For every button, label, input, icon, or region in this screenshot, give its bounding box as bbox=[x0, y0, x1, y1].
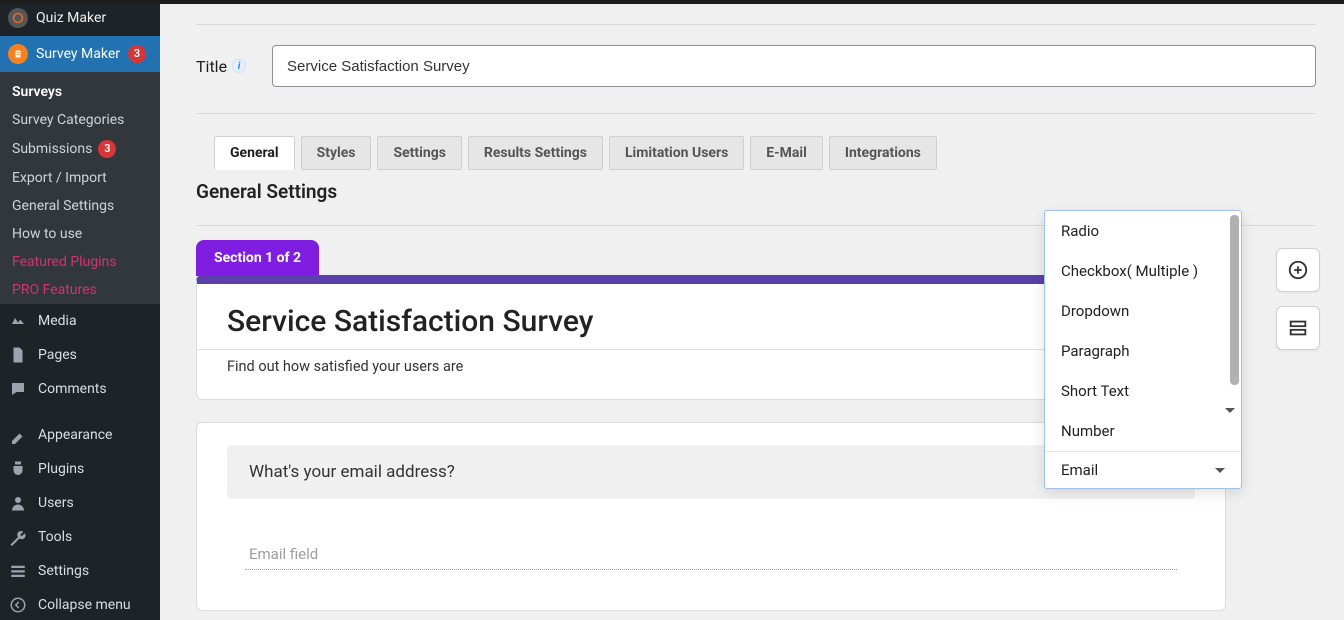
sidebar-item-survey-categories[interactable]: Survey Categories bbox=[0, 106, 160, 134]
tools-icon bbox=[8, 527, 28, 547]
dropdown-options-list: Radio Checkbox( Multiple ) Dropdown Para… bbox=[1045, 211, 1241, 451]
title-row: Title i bbox=[196, 45, 1316, 87]
survey-title-input[interactable] bbox=[272, 45, 1316, 87]
add-question-button[interactable] bbox=[1276, 248, 1320, 292]
sidebar-item-settings[interactable]: Settings bbox=[0, 554, 160, 588]
tab-limitation-users[interactable]: Limitation Users bbox=[609, 136, 744, 170]
question-type-dropdown[interactable]: Radio Checkbox( Multiple ) Dropdown Para… bbox=[1044, 210, 1242, 489]
sidebar-item-comments[interactable]: Comments bbox=[0, 372, 160, 406]
sidebar-item-surveys[interactable]: Surveys bbox=[0, 78, 160, 106]
quiz-maker-icon bbox=[8, 8, 28, 28]
admin-top-strip bbox=[0, 0, 1344, 4]
dropdown-selected[interactable]: Email bbox=[1045, 451, 1241, 488]
option-dropdown[interactable]: Dropdown bbox=[1045, 291, 1241, 331]
sidebar-item-how-to-use[interactable]: How to use bbox=[0, 220, 160, 248]
question-toolbar bbox=[1276, 248, 1320, 350]
users-icon bbox=[8, 493, 28, 513]
quiz-maker-label: Quiz Maker bbox=[36, 10, 106, 26]
sidebar-item-general-settings[interactable]: General Settings bbox=[0, 192, 160, 220]
chevron-down-icon bbox=[1225, 408, 1235, 413]
divider bbox=[196, 113, 1316, 114]
sidebar-item-featured-plugins[interactable]: Featured Plugins bbox=[0, 248, 160, 276]
dropdown-selected-label: Email bbox=[1061, 461, 1098, 479]
survey-maker-badge: 3 bbox=[128, 45, 146, 63]
email-answer-field: Email field bbox=[245, 539, 1177, 570]
divider bbox=[196, 24, 1316, 25]
main-content: Title i General Styles Settings Results … bbox=[160, 4, 1344, 620]
sidebar-item-survey-maker[interactable]: Survey Maker 3 bbox=[0, 36, 160, 72]
comments-icon bbox=[8, 379, 28, 399]
survey-maker-label: Survey Maker bbox=[36, 46, 120, 62]
sidebar-item-export-import[interactable]: Export / Import bbox=[0, 164, 160, 192]
option-short-text[interactable]: Short Text bbox=[1045, 371, 1241, 411]
survey-maker-submenu: Surveys Survey Categories Submissions3 E… bbox=[0, 72, 160, 304]
sidebar-item-collapse[interactable]: Collapse menu bbox=[0, 588, 160, 620]
sidebar-item-media[interactable]: Media bbox=[0, 304, 160, 338]
sidebar-item-users[interactable]: Users bbox=[0, 486, 160, 520]
option-checkbox[interactable]: Checkbox( Multiple ) bbox=[1045, 251, 1241, 291]
chevron-down-icon bbox=[1215, 468, 1225, 473]
info-icon[interactable]: i bbox=[232, 59, 246, 73]
collapse-icon bbox=[8, 595, 28, 615]
sidebar-item-tools[interactable]: Tools bbox=[0, 520, 160, 554]
media-icon bbox=[8, 311, 28, 331]
admin-sidebar: Quiz Maker Survey Maker 3 Surveys Survey… bbox=[0, 0, 160, 620]
pages-icon bbox=[8, 345, 28, 365]
tab-general[interactable]: General bbox=[214, 136, 295, 170]
tab-styles[interactable]: Styles bbox=[301, 136, 372, 170]
settings-icon bbox=[8, 561, 28, 581]
sidebar-item-quiz-maker[interactable]: Quiz Maker bbox=[0, 0, 160, 36]
appearance-icon bbox=[8, 425, 28, 445]
submissions-badge: 3 bbox=[98, 140, 116, 158]
tab-settings[interactable]: Settings bbox=[377, 136, 461, 170]
tabs: General Styles Settings Results Settings… bbox=[214, 136, 1316, 170]
survey-maker-icon bbox=[8, 44, 28, 64]
sidebar-item-pages[interactable]: Pages bbox=[0, 338, 160, 372]
sidebar-item-appearance[interactable]: Appearance bbox=[0, 418, 160, 452]
dropdown-scrollbar[interactable] bbox=[1230, 215, 1239, 385]
option-radio[interactable]: Radio bbox=[1045, 211, 1241, 251]
option-paragraph[interactable]: Paragraph bbox=[1045, 331, 1241, 371]
title-label: Title i bbox=[196, 57, 246, 76]
tab-results-settings[interactable]: Results Settings bbox=[468, 136, 603, 170]
general-settings-heading: General Settings bbox=[196, 180, 1316, 203]
sidebar-item-submissions[interactable]: Submissions3 bbox=[0, 134, 160, 164]
tab-email[interactable]: E-Mail bbox=[750, 136, 823, 170]
add-section-button[interactable] bbox=[1276, 306, 1320, 350]
sidebar-item-pro-features[interactable]: PRO Features bbox=[0, 276, 160, 304]
question-text[interactable]: What's your email address? bbox=[249, 462, 1173, 482]
section-tab[interactable]: Section 1 of 2 bbox=[196, 240, 319, 276]
sidebar-item-plugins[interactable]: Plugins bbox=[0, 452, 160, 486]
plugins-icon bbox=[8, 459, 28, 479]
tab-integrations[interactable]: Integrations bbox=[829, 136, 937, 170]
option-number[interactable]: Number bbox=[1045, 411, 1241, 451]
